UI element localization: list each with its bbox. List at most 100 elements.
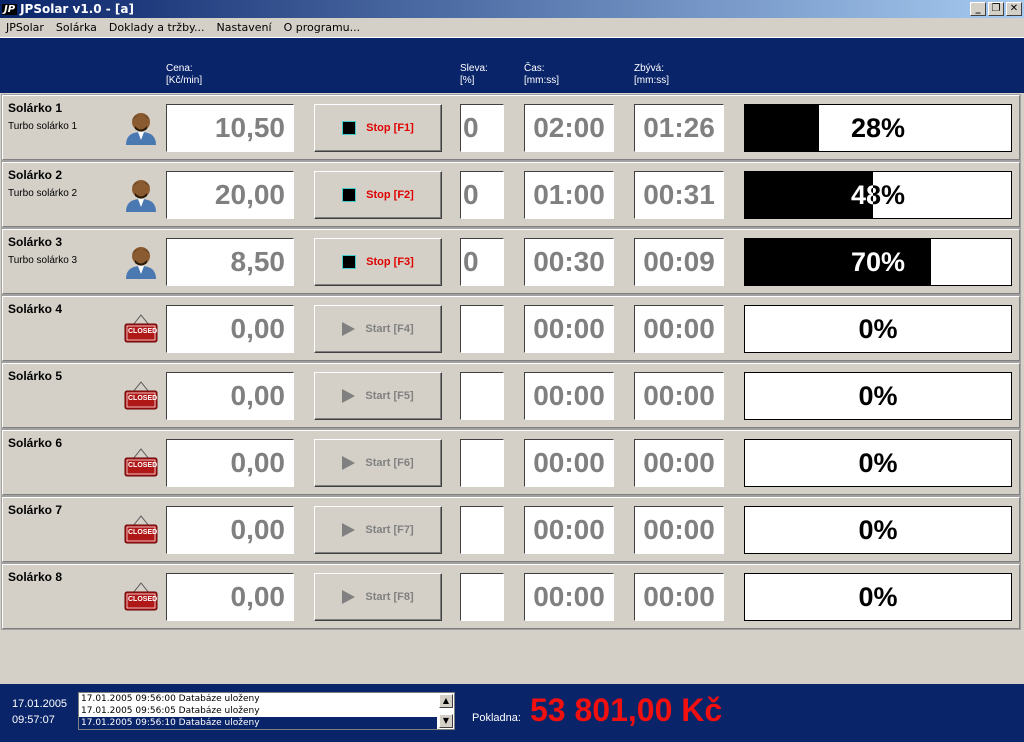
play-icon: [342, 389, 356, 403]
remaining-field: 00:00: [634, 506, 724, 554]
scroll-up-icon[interactable]: ▲: [439, 694, 453, 708]
solarium-type: Turbo solárko 3: [8, 255, 78, 266]
progress-label: 0%: [858, 447, 898, 478]
start-button[interactable]: Start [F5]: [314, 372, 442, 420]
play-icon: [342, 456, 356, 470]
time-field[interactable]: 00:00: [524, 305, 614, 353]
remaining-field: 00:00: [634, 305, 724, 353]
log-entry[interactable]: 17.01.2005 09:56:10 Databáze uloženy: [79, 717, 437, 729]
menu-nastaveni[interactable]: Nastavení: [211, 21, 278, 34]
start-button[interactable]: Start [F4]: [314, 305, 442, 353]
solarium-row: Solárko 3 Turbo solárko 3 8,50 Stop [F3]…: [2, 229, 1020, 294]
menu-o-programu[interactable]: O programu...: [278, 21, 367, 34]
remaining-field: 00:00: [634, 439, 724, 487]
price-field[interactable]: 8,50: [166, 238, 294, 286]
stop-button[interactable]: Stop [F3]: [314, 238, 442, 286]
solarium-name: Solárko 8: [8, 570, 63, 584]
menu-jpsolar[interactable]: JPSolar: [0, 21, 50, 34]
remaining-field: 01:26: [634, 104, 724, 152]
price-field[interactable]: 0,00: [166, 439, 294, 487]
maximize-button[interactable]: ❐: [988, 2, 1004, 16]
button-label: Stop [F2]: [366, 189, 414, 201]
clock: 17.01.2005 09:57:07: [12, 698, 68, 726]
progress-label-overlay: 28%: [745, 105, 819, 151]
price-field[interactable]: 0,00: [166, 506, 294, 554]
log-entry[interactable]: 17.01.2005 09:56:00 Databáze uloženy: [79, 693, 437, 705]
progress-label: 0%: [858, 514, 898, 545]
play-icon: [342, 590, 356, 604]
play-icon: [342, 523, 356, 537]
closed-sign-icon: CLOSED: [123, 512, 159, 548]
discount-field[interactable]: [460, 506, 504, 554]
time-field[interactable]: 00:00: [524, 573, 614, 621]
price-field[interactable]: 0,00: [166, 573, 294, 621]
start-button[interactable]: Start [F8]: [314, 573, 442, 621]
progress-bar: 0% 0%: [744, 573, 1012, 621]
price-field[interactable]: 20,00: [166, 171, 294, 219]
solarium-name: Solárko 6: [8, 436, 63, 450]
close-button[interactable]: ✕: [1006, 2, 1022, 16]
discount-field[interactable]: 0: [460, 171, 504, 219]
customer-icon: [123, 110, 159, 146]
minimize-button[interactable]: _: [970, 2, 986, 16]
customer-icon: [123, 244, 159, 280]
play-icon: [342, 322, 356, 336]
progress-bar: 28% 28%: [744, 104, 1012, 152]
solarium-row: Solárko 7 CLOSED 0,00 Start [F7] 00:00 0…: [2, 497, 1020, 562]
discount-field[interactable]: [460, 573, 504, 621]
status-footer: 17.01.2005 09:57:07 17.01.2005 09:56:00 D…: [0, 684, 1024, 742]
window-title: JPSolar v1.0 - [a]: [20, 2, 134, 16]
remaining-field: 00:09: [634, 238, 724, 286]
menu-bar: JPSolar Solárka Doklady a tržby... Nasta…: [0, 18, 1024, 38]
event-log[interactable]: 17.01.2005 09:56:00 Databáze uloženy 17.…: [78, 692, 455, 730]
discount-field[interactable]: [460, 305, 504, 353]
solarium-row: Solárko 4 CLOSED 0,00 Start [F4] 00:00 0…: [2, 296, 1020, 361]
scroll-down-icon[interactable]: ▼: [439, 714, 453, 728]
discount-field[interactable]: 0: [460, 104, 504, 152]
title-bar: JP JPSolar v1.0 - [a] _ ❐ ✕: [0, 0, 1024, 18]
button-label: Start [F5]: [365, 390, 414, 402]
progress-bar: 0% 0%: [744, 439, 1012, 487]
button-label: Start [F6]: [365, 457, 414, 469]
menu-doklady[interactable]: Doklady a tržby...: [103, 21, 211, 34]
log-entry[interactable]: 17.01.2005 09:56:05 Databáze uloženy: [79, 705, 437, 717]
solarium-row: Solárko 6 CLOSED 0,00 Start [F6] 00:00 0…: [2, 430, 1020, 495]
solarium-row: Solárko 1 Turbo solárko 1 10,50 Stop [F1…: [2, 95, 1020, 160]
time-field[interactable]: 00:00: [524, 372, 614, 420]
discount-header: Sleva: [%]: [460, 63, 488, 86]
remaining-field: 00:00: [634, 573, 724, 621]
stop-button[interactable]: Stop [F2]: [314, 171, 442, 219]
time-field[interactable]: 00:00: [524, 439, 614, 487]
stop-icon: [342, 255, 357, 269]
time-field[interactable]: 00:00: [524, 506, 614, 554]
price-header: Cena: [Kč/min]: [166, 63, 203, 86]
stop-icon: [342, 188, 357, 202]
start-button[interactable]: Start [F6]: [314, 439, 442, 487]
progress-bar: 0% 0%: [744, 372, 1012, 420]
start-button[interactable]: Start [F7]: [314, 506, 442, 554]
app-logo: JP: [2, 3, 18, 15]
progress-label: 0%: [858, 581, 898, 612]
closed-sign-icon: CLOSED: [123, 378, 159, 414]
stop-button[interactable]: Stop [F1]: [314, 104, 442, 152]
price-field[interactable]: 0,00: [166, 372, 294, 420]
button-label: Start [F7]: [365, 524, 414, 536]
button-label: Start [F8]: [365, 591, 414, 603]
price-field[interactable]: 0,00: [166, 305, 294, 353]
solarium-type: Turbo solárko 2: [8, 188, 78, 199]
solarium-row: Solárko 5 CLOSED 0,00 Start [F5] 00:00 0…: [2, 363, 1020, 428]
discount-field[interactable]: 0: [460, 238, 504, 286]
progress-bar: 48% 48%: [744, 171, 1012, 219]
time-field[interactable]: 01:00: [524, 171, 614, 219]
progress-label: 0%: [858, 380, 898, 411]
time-field[interactable]: 00:30: [524, 238, 614, 286]
time-field[interactable]: 02:00: [524, 104, 614, 152]
closed-sign-icon: CLOSED: [123, 445, 159, 481]
cash-label: Pokladna:: [472, 712, 521, 724]
price-field[interactable]: 10,50: [166, 104, 294, 152]
menu-solarka[interactable]: Solárka: [50, 21, 103, 34]
closed-sign-icon: CLOSED: [123, 311, 159, 347]
progress-label-overlay: 48%: [850, 179, 873, 210]
discount-field[interactable]: [460, 439, 504, 487]
discount-field[interactable]: [460, 372, 504, 420]
